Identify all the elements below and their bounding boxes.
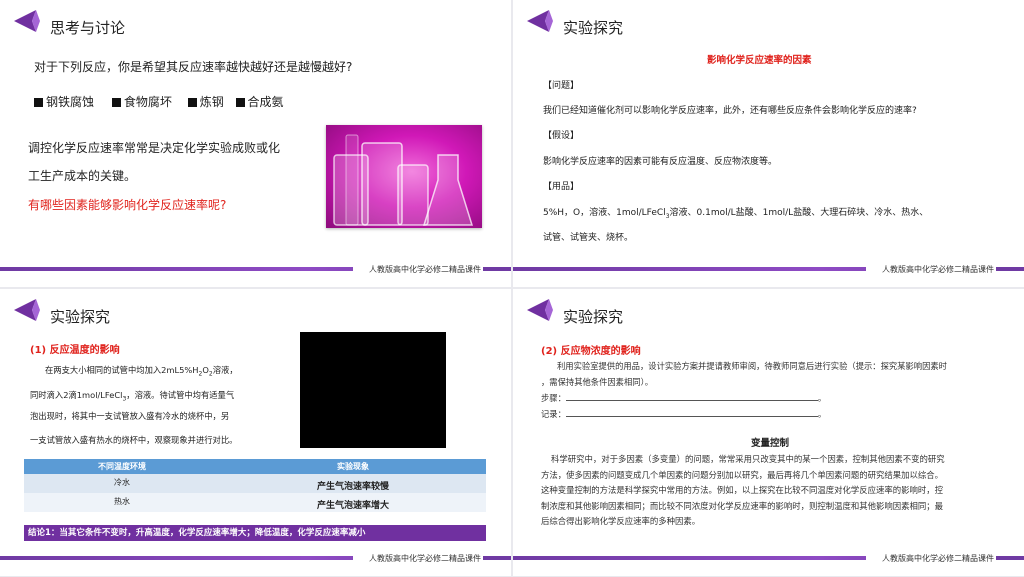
- reaction-list: 钢铁腐蚀 食物腐坏 炼钢 合成氨: [34, 93, 284, 110]
- problem-label: 【问题】: [543, 81, 580, 91]
- slide-temperature-effect[interactable]: 实验探究 (1) 反应温度的影响 在两支大小相同的试管中均加入2mL5%H2O2…: [0, 289, 511, 576]
- table-header: 实验现象: [220, 459, 486, 474]
- triangle-logo-icon: [14, 299, 40, 321]
- footer-text: 人教版高中化学必修二精品课件: [369, 265, 481, 274]
- body-line-2: 工生产成本的关键。: [28, 169, 137, 183]
- square-bullet-icon: [34, 98, 43, 107]
- triangle-logo-icon: [14, 10, 40, 32]
- procedure-line-4: 一支试管放入盛有热水的烧杯中，观察现象并进行对比。: [30, 435, 238, 445]
- table-row: 热水 产生气泡速率增大: [24, 493, 486, 512]
- slide-title: 实验探究: [563, 19, 624, 37]
- slide-title: 思考与讨论: [50, 19, 126, 37]
- procedure-line-1: 在两支大小相同的试管中均加入2mL5%H2O2溶液，: [45, 365, 238, 378]
- list-item: 炼钢: [187, 95, 224, 109]
- section-title: 变量控制: [751, 438, 790, 449]
- table-cell: 热水: [24, 493, 220, 512]
- subheading: (2) 反应物浓度的影响: [541, 346, 641, 357]
- slide-title: 实验探究: [50, 308, 111, 326]
- square-bullet-icon: [111, 98, 121, 107]
- table-cell: 产生气泡速率增大: [220, 493, 486, 512]
- footer-text: 人教版高中化学必修二精品课件: [369, 554, 481, 563]
- paragraph-line: 制浓度和其他影响因素相同；而比较不同浓度对化学反应速率的影响时，则控制温度和其他…: [541, 500, 943, 511]
- steps-field[interactable]: 步骤：。: [541, 392, 826, 404]
- list-item: 食物腐坏: [111, 95, 172, 109]
- red-question: 有哪些因素能够影响化学反应速率呢?: [28, 198, 227, 212]
- table-cell: 产生气泡速率较慢: [220, 474, 486, 493]
- video-player[interactable]: [300, 332, 446, 448]
- record-blank[interactable]: [565, 409, 818, 417]
- hypothesis-text: 影响化学反应速率的因素可能有反应温度、反应物浓度等。: [543, 157, 778, 167]
- procedure-line-2: 同时滴入2滴1mol/LFeCl3，溶液。待试管中均有适量气: [30, 390, 235, 403]
- table-cell: 冷水: [24, 474, 220, 493]
- square-bullet-icon: [235, 98, 245, 107]
- table-header: 不同温度环境: [24, 459, 220, 474]
- results-table: 不同温度环境 实验现象 冷水 产生气泡速率较慢 热水 产生气泡速率增大: [24, 459, 486, 512]
- paragraph-line: 方法，使多因素的问题变成几个单因素的问题分别加以研究，最后再将几个单因素问题的研…: [541, 469, 943, 480]
- slide-concentration-effect[interactable]: 实验探究 (2) 反应物浓度的影响 利用实验室提供的用品，设计实验方案并提请教师…: [513, 289, 1024, 576]
- triangle-logo-icon: [527, 10, 553, 32]
- intro-line-2: ，需保持其他条件因素相同）。: [541, 377, 654, 387]
- list-item: 钢铁腐蚀: [34, 95, 94, 109]
- paragraph-line: 后综合得出影响化学反应速率的多种因素。: [541, 516, 701, 526]
- variable-control-paragraph: 科学研究中，对于多因素（多变量）的问题，常常采用只改变其中的某一个因素，控制其他…: [541, 452, 1005, 530]
- intro-line-1: 利用实验室提供的用品，设计实验方案并提请教师审阅，待教师同意后进行实验（提示：探…: [557, 361, 947, 371]
- procedure-line-3: 泡出现时，将其中一支试管放入盛有冷水的烧杯中，另: [30, 411, 230, 421]
- record-field[interactable]: 记录：。: [541, 408, 826, 420]
- problem-text: 我们已经知道催化剂可以影响化学反应速率，此外，还有哪些反应条件会影响化学反应的速…: [543, 106, 917, 116]
- paragraph-line: 科学研究中，对于多因素（多变量）的问题，常常采用只改变其中的某一个因素，控制其他…: [551, 454, 945, 464]
- body-line-1: 调控化学反应速率常常是决定化学实验成败或化: [28, 141, 281, 155]
- subheading: (1) 反应温度的影响: [30, 345, 120, 356]
- section-heading: 影响化学反应速率的因素: [707, 55, 812, 66]
- slide-experiment-factors[interactable]: 实验探究 影响化学反应速率的因素 【问题】 我们已经知道催化剂可以影响化学反应速…: [513, 0, 1024, 287]
- materials-line-1: 5%H，O，溶液、1mol/LFeCl3溶液、0.1mol/L盐酸、1mol/L…: [543, 208, 929, 220]
- table-header-row: 不同温度环境 实验现象: [24, 459, 486, 474]
- footer-text: 人教版高中化学必修二精品课件: [882, 265, 994, 274]
- paragraph-line: 这种变量控制的方法是科学探究中常用的方法。例如，以上探究在比较不同温度对化学反应…: [541, 485, 943, 495]
- hypothesis-label: 【假设】: [543, 131, 580, 141]
- list-item: 合成氨: [235, 95, 284, 109]
- square-bullet-icon: [187, 98, 197, 107]
- triangle-logo-icon: [527, 299, 553, 321]
- question-text: 对于下列反应，你是希望其反应速率越快越好还是越慢越好?: [34, 60, 353, 74]
- table-row: 冷水 产生气泡速率较慢: [24, 474, 486, 493]
- footer-text: 人教版高中化学必修二精品课件: [882, 554, 994, 563]
- steps-blank[interactable]: [565, 393, 818, 401]
- conclusion-banner: 结论1：当其它条件不变时，升高温度，化学反应速率增大；降低温度，化学反应速率减小: [24, 525, 486, 541]
- lab-glassware-photo: [326, 125, 482, 228]
- materials-label: 【用品】: [543, 182, 580, 192]
- slide-thinking-discussion[interactable]: 思考与讨论 对于下列反应，你是希望其反应速率越快越好还是越慢越好? 钢铁腐蚀 食…: [0, 0, 511, 287]
- materials-line-2: 试管、试管夹、烧杯。: [543, 233, 634, 243]
- slide-title: 实验探究: [563, 308, 624, 326]
